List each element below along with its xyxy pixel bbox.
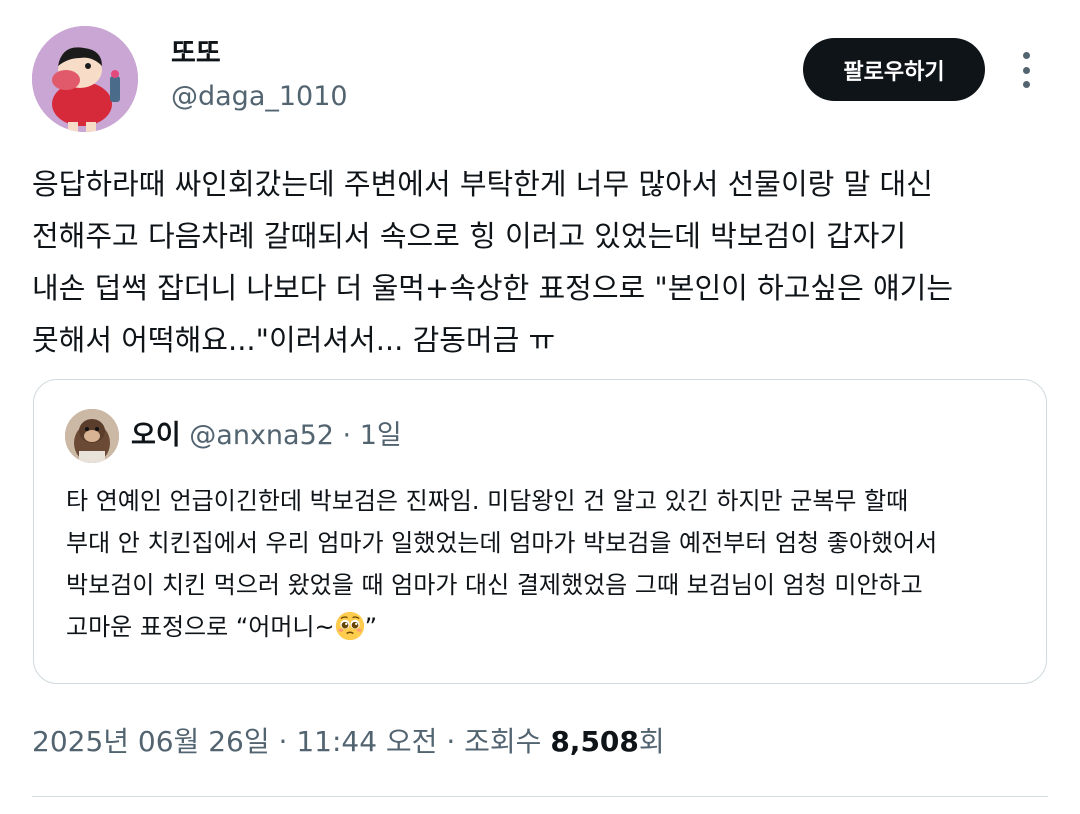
tweet-text-line: 전해주고 다음차례 갈때되서 속으로 힝 이러고 있었는데 박보검이 갑자기 <box>32 219 907 253</box>
quote-text-line: 타 연예인 언급이긴한데 박보검은 진짜임. 미담왕인 건 알고 있긴 하지만 … <box>66 487 909 515</box>
quote-text-line: 부대 안 치킨집에서 우리 엄마가 일했었는데 엄마가 박보검을 예전부터 엄청… <box>66 529 938 557</box>
meta-separator: · <box>437 725 465 758</box>
tweet-text-line: 못해서 어떡해요..."이러셔서... 감동머금 ㅠ <box>32 323 556 357</box>
tweet-text-line: 내손 덥썩 잡더니 나보다 더 울먹+속상한 표정으로 "본인이 하고싶은 얘기… <box>32 271 954 305</box>
dot-icon <box>1022 66 1030 74</box>
tweet-text-line: 응답하라때 싸인회갔는데 주변에서 부탁한게 너무 많아서 선물이랑 말 대신 <box>32 167 933 201</box>
author-display-name[interactable]: 또또 <box>171 36 221 72</box>
views-label: 조회수 <box>464 725 551 758</box>
quote-text-line: 박보검이 치킨 먹으러 왔었을 때 엄마가 대신 결제했었음 그때 보검님이 엄… <box>66 571 923 599</box>
follow-button[interactable]: 팔로우하기 <box>803 38 985 101</box>
quote-separator: · <box>333 420 360 451</box>
pleading-face-icon <box>335 611 364 641</box>
tweet-detail: 또또 @daga_1010 팔로우하기 응답하라때 싸인회갔는데 주변에서 부탁… <box>0 0 1080 814</box>
quote-text-line: 고마운 표정으로 “어머니~ ” <box>66 606 1036 648</box>
quote-author-avatar[interactable] <box>65 409 119 463</box>
quote-author-display-name[interactable]: 오이 <box>131 420 181 451</box>
author-avatar[interactable] <box>32 26 138 132</box>
quote-text-line-part: 고마운 표정으로 “어머니~ <box>66 613 335 641</box>
monkey-avatar-image <box>65 409 119 463</box>
tweet-meta: 2025년 06월 26일 · 11:44 오전 · 조회수 8,508회 <box>32 722 665 762</box>
more-options-icon[interactable] <box>1012 48 1040 92</box>
tweet-date[interactable]: 2025년 06월 26일 <box>32 725 270 758</box>
quote-text-line-part: ” <box>364 613 378 641</box>
meta-separator: · <box>269 725 297 758</box>
quote-author-handle[interactable]: @anxna52 <box>189 420 334 451</box>
dot-icon <box>1022 52 1030 59</box>
author-handle[interactable]: @daga_1010 <box>171 79 348 115</box>
cartoon-avatar-image <box>32 26 138 132</box>
tweet-text: 응답하라때 싸인회갔는데 주변에서 부탁한게 너무 많아서 선물이랑 말 대신 … <box>32 158 1052 366</box>
divider <box>32 796 1048 797</box>
quoted-tweet-card[interactable]: 오이 @anxna52 · 1일 타 연예인 언급이긴한데 박보검은 진짜임. … <box>33 379 1047 684</box>
views-suffix: 회 <box>638 725 665 758</box>
quote-text: 타 연예인 언급이긴한데 박보검은 진짜임. 미담왕인 건 알고 있긴 하지만 … <box>66 480 1036 648</box>
quote-header: 오이 @anxna52 · 1일 <box>131 418 402 454</box>
tweet-time[interactable]: 11:44 오전 <box>296 725 437 758</box>
views-count: 8,508 <box>550 725 639 758</box>
quote-timestamp[interactable]: 1일 <box>360 420 402 451</box>
dot-icon <box>1022 81 1030 88</box>
